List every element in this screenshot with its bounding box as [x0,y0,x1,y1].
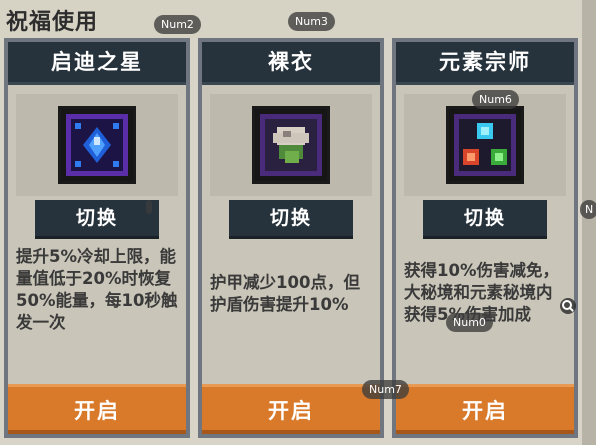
blue-star-gem-icon [61,109,133,181]
overlay-tag-num7: Num7 [362,380,409,399]
card-title: 启迪之星 [8,42,186,85]
overlay-tag-num3: Num3 [288,12,335,31]
icon-panel [210,94,372,196]
right-edge-panel [582,0,596,445]
overlay-tag-num2: Num2 [154,15,201,34]
card-body: 裸衣 切换 护甲减少100点，但护盾伤害提升10% 开启 [202,42,380,434]
card-description: 护甲减少100点，但护盾伤害提升10% [210,273,360,314]
search-icon[interactable] [560,298,576,314]
card-title: 元素宗师 [396,42,574,85]
blessing-card-1: 启迪之星 切换 提升5%冷却上限，能量值低于20%时恢复50%能量，每10秒触发 [4,38,190,438]
open-button[interactable]: 开启 [8,384,186,434]
switch-button[interactable]: 切换 [423,200,547,239]
open-button[interactable]: 开启 [396,384,574,434]
open-button[interactable]: 开启 [202,384,380,434]
icon-panel [16,94,178,196]
icon-panel [404,94,566,196]
overlay-tag-num6: Num6 [472,90,519,109]
switch-button[interactable]: 切换 [35,200,159,239]
page-title: 祝福使用 [6,10,99,35]
overlay-tag-n: N [580,200,596,219]
overlay-dot [146,200,152,214]
blessing-card-2: 裸衣 切换 护甲减少100点，但护盾伤害提升10% 开启 [198,38,384,438]
elemental-orbs-icon [449,109,521,181]
card-description: 提升5%冷却上限，能量值低于20%时恢复50%能量，每10秒触发一次 [16,247,178,332]
overlay-tag-num0: Num0 [446,313,493,332]
switch-button[interactable]: 切换 [229,200,353,239]
card-title: 裸衣 [202,42,380,85]
card-body: 启迪之星 切换 提升5%冷却上限，能量值低于20%时恢复50%能量，每10秒触发 [8,42,186,434]
white-flower-icon [255,109,327,181]
